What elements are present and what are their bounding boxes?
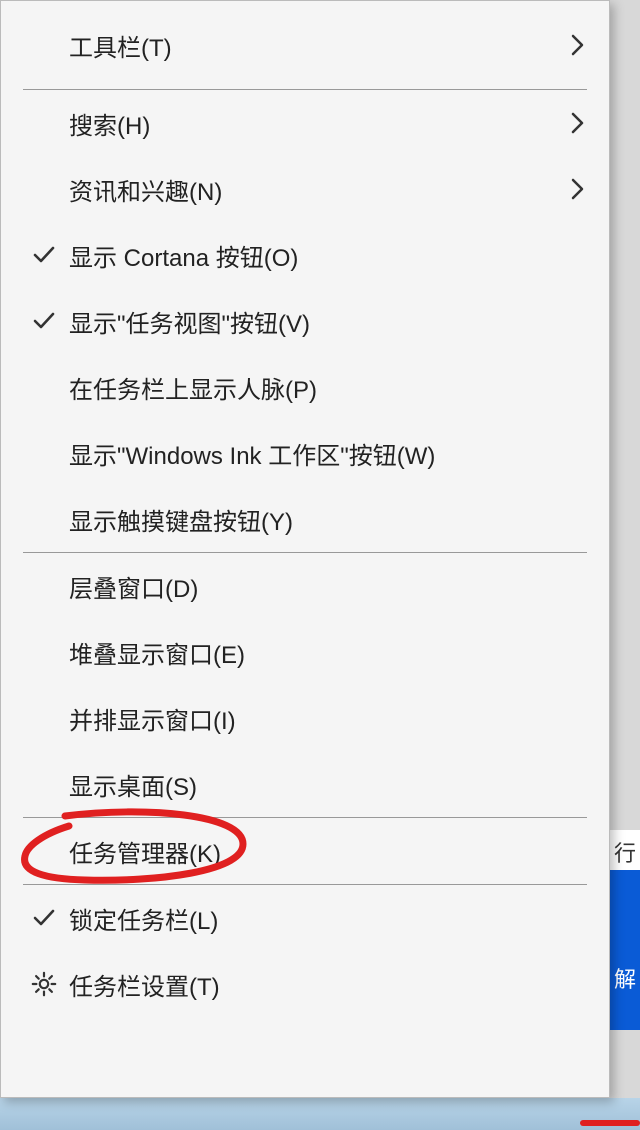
menu-item-people[interactable]: 在任务栏上显示人脉(P)	[1, 354, 609, 420]
chevron-right-icon	[565, 34, 591, 56]
menu-label: 在任务栏上显示人脉(P)	[65, 370, 591, 405]
menu-item-cortana-button[interactable]: 显示 Cortana 按钮(O)	[1, 222, 609, 288]
menu-item-lock-taskbar[interactable]: 锁定任务栏(L)	[1, 885, 609, 951]
menu-label: 显示"Windows Ink 工作区"按钮(W)	[65, 436, 591, 471]
menu-item-news-interests[interactable]: 资讯和兴趣(N)	[1, 156, 609, 222]
taskbar-context-menu: 工具栏(T) 搜索(H) 资讯和兴趣(N) 显示 Cortana 按钮(O) 显…	[0, 0, 610, 1098]
menu-item-touch-keyboard[interactable]: 显示触摸键盘按钮(Y)	[1, 486, 609, 552]
bg-text-blue: 解	[614, 962, 636, 994]
background-fragment-top: 行	[610, 830, 640, 874]
chevron-right-icon	[565, 178, 591, 200]
menu-label: 资讯和兴趣(N)	[65, 172, 565, 207]
menu-label: 显示 Cortana 按钮(O)	[65, 238, 591, 273]
background-fragment-blue	[610, 870, 640, 1030]
menu-item-task-manager[interactable]: 任务管理器(K)	[1, 818, 609, 884]
menu-item-side-by-side[interactable]: 并排显示窗口(I)	[1, 685, 609, 751]
check-icon	[23, 908, 65, 928]
menu-label: 并排显示窗口(I)	[65, 701, 591, 736]
menu-label: 搜索(H)	[65, 106, 565, 141]
red-underline-annotation	[580, 1120, 640, 1126]
check-icon	[23, 245, 65, 265]
menu-label: 层叠窗口(D)	[65, 569, 591, 604]
menu-label: 锁定任务栏(L)	[65, 901, 591, 936]
menu-label: 任务栏设置(T)	[65, 967, 591, 1002]
menu-label: 显示桌面(S)	[65, 767, 591, 802]
taskbar-strip	[0, 1098, 640, 1130]
menu-item-cascade[interactable]: 层叠窗口(D)	[1, 553, 609, 619]
menu-label: 任务管理器(K)	[65, 834, 591, 869]
menu-item-task-view-button[interactable]: 显示"任务视图"按钮(V)	[1, 288, 609, 354]
menu-item-stacked[interactable]: 堆叠显示窗口(E)	[1, 619, 609, 685]
menu-label: 显示"任务视图"按钮(V)	[65, 304, 591, 339]
menu-item-toolbars[interactable]: 工具栏(T)	[1, 1, 609, 89]
check-icon	[23, 311, 65, 331]
menu-item-windows-ink[interactable]: 显示"Windows Ink 工作区"按钮(W)	[1, 420, 609, 486]
bg-text-top: 行	[614, 836, 636, 868]
gear-icon	[23, 971, 65, 997]
chevron-right-icon	[565, 112, 591, 134]
menu-label: 显示触摸键盘按钮(Y)	[65, 502, 591, 537]
menu-item-show-desktop[interactable]: 显示桌面(S)	[1, 751, 609, 817]
menu-item-taskbar-settings[interactable]: 任务栏设置(T)	[1, 951, 609, 1017]
menu-label: 工具栏(T)	[65, 28, 565, 63]
menu-label: 堆叠显示窗口(E)	[65, 635, 591, 670]
menu-item-search[interactable]: 搜索(H)	[1, 90, 609, 156]
